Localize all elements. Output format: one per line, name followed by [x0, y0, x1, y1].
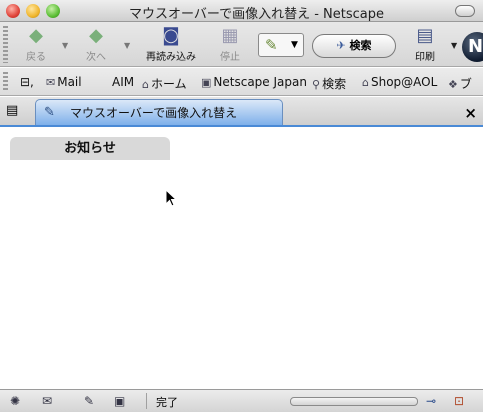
search-icon: ✈	[336, 39, 346, 52]
netscape-logo-icon[interactable]: N	[462, 32, 483, 62]
navigator-icon[interactable]: ✺	[10, 394, 20, 408]
back-button[interactable]: ◆ 戻る	[18, 24, 54, 63]
forward-button[interactable]: ◆ 次へ	[78, 24, 114, 63]
personal-toolbar-grip[interactable]	[3, 72, 8, 92]
back-label: 戻る	[26, 52, 46, 63]
bookmark-aim[interactable]: AIM	[112, 75, 134, 89]
window-title: マウスオーバーで画像入れ替え - Netscape	[128, 7, 384, 22]
online-status-icon[interactable]: ⊸	[426, 394, 436, 408]
back-history-dropdown-icon[interactable]: ▼	[62, 41, 68, 50]
stop-button[interactable]: ▦ 停止	[212, 24, 248, 63]
page-content: お知らせ	[0, 129, 483, 389]
forward-history-dropdown-icon[interactable]: ▼	[124, 41, 130, 50]
notice-heading[interactable]: お知らせ	[10, 137, 170, 160]
stop-label: 停止	[220, 52, 240, 63]
bookmark-dropdown-icon[interactable]: ▼	[291, 40, 298, 50]
forward-arrow-icon: ◆	[89, 25, 103, 46]
address-book-icon[interactable]: ▣	[114, 394, 125, 408]
bookmarks-icon: ❖	[448, 78, 458, 91]
new-tab-icon[interactable]: ▤	[6, 103, 24, 119]
tab-title: マウスオーバーで画像入れ替え	[70, 106, 238, 120]
mouse-pointer-icon	[165, 189, 177, 207]
forward-label: 次へ	[86, 52, 106, 63]
magnifier-icon: ⚲	[312, 78, 321, 91]
personal-toolbar-menu-icon[interactable]: ⊟,	[20, 75, 34, 89]
navigation-toolbar: ◆ 戻る ▼ ◆ 次へ ▼ ◙ 再読み込み ▦ 停止 ✎ ▼ ✈ 検索 ▤ 印刷…	[0, 22, 483, 67]
bookmark-home[interactable]: ⌂ ホーム	[142, 75, 187, 92]
print-label: 印刷	[415, 52, 435, 63]
reload-button[interactable]: ◙ 再読み込み	[140, 24, 202, 63]
print-dropdown-icon[interactable]: ▼	[451, 41, 457, 50]
toolbar-toggle-button[interactable]	[455, 5, 475, 17]
print-button[interactable]: ▤ 印刷	[405, 24, 445, 63]
reload-icon: ◙	[162, 25, 180, 46]
bookmark-shop-aol[interactable]: ⌂ Shop@AOL	[362, 75, 437, 89]
minimize-window-button[interactable]	[26, 4, 40, 18]
security-lock-icon[interactable]: ⊡	[454, 394, 464, 408]
tab-mouseover[interactable]: ✎ マウスオーバーで画像入れ替え	[35, 99, 283, 125]
search-button[interactable]: ✈ 検索	[312, 34, 396, 58]
tab-bar: ▤ ✎ マウスオーバーで画像入れ替え	[0, 97, 483, 127]
mail-icon: ✉	[46, 76, 56, 89]
search-button-label: 検索	[349, 39, 372, 52]
stop-icon: ▦	[221, 25, 239, 46]
status-text: 完了	[156, 396, 178, 409]
status-bar: ✺ ✉ ✎ ▣ 完了 ⊸ ⊡	[0, 389, 483, 412]
composer-icon[interactable]: ✎	[84, 394, 94, 408]
bookmark-search[interactable]: ⚲ 検索	[312, 75, 346, 92]
title-bar: マウスオーバーで画像入れ替え - Netscape	[0, 0, 483, 22]
back-arrow-icon: ◆	[29, 25, 43, 46]
printer-icon: ▤	[416, 25, 434, 46]
mail-icon[interactable]: ✉	[42, 394, 52, 408]
close-window-button[interactable]	[6, 4, 20, 18]
bookmark-bookmarks[interactable]: ❖ ブ	[448, 75, 472, 92]
toolbar-grip[interactable]	[3, 26, 8, 63]
bookmark-page-button[interactable]: ✎ ▼	[258, 33, 304, 57]
reload-label: 再読み込み	[146, 52, 196, 63]
zoom-window-button[interactable]	[46, 4, 60, 18]
shop-icon: ⌂	[362, 76, 369, 89]
bookmark-netscape-japan[interactable]: ▣ Netscape Japan	[201, 75, 307, 89]
bookmark-mail[interactable]: ✉ Mail	[46, 75, 82, 89]
personal-toolbar: ⊟, ✉ Mail AIM ⌂ ホーム ▣ Netscape Japan ⚲ 検索 ⌂ S…	[0, 68, 483, 96]
close-tab-icon[interactable]: ×	[464, 104, 477, 122]
progress-bar	[290, 397, 418, 406]
status-divider	[146, 393, 147, 409]
bookmark-icon: ✎	[265, 36, 278, 54]
page-favicon-icon: ✎	[44, 105, 55, 120]
home-icon: ⌂	[142, 78, 149, 91]
netscape-icon: ▣	[201, 76, 212, 89]
